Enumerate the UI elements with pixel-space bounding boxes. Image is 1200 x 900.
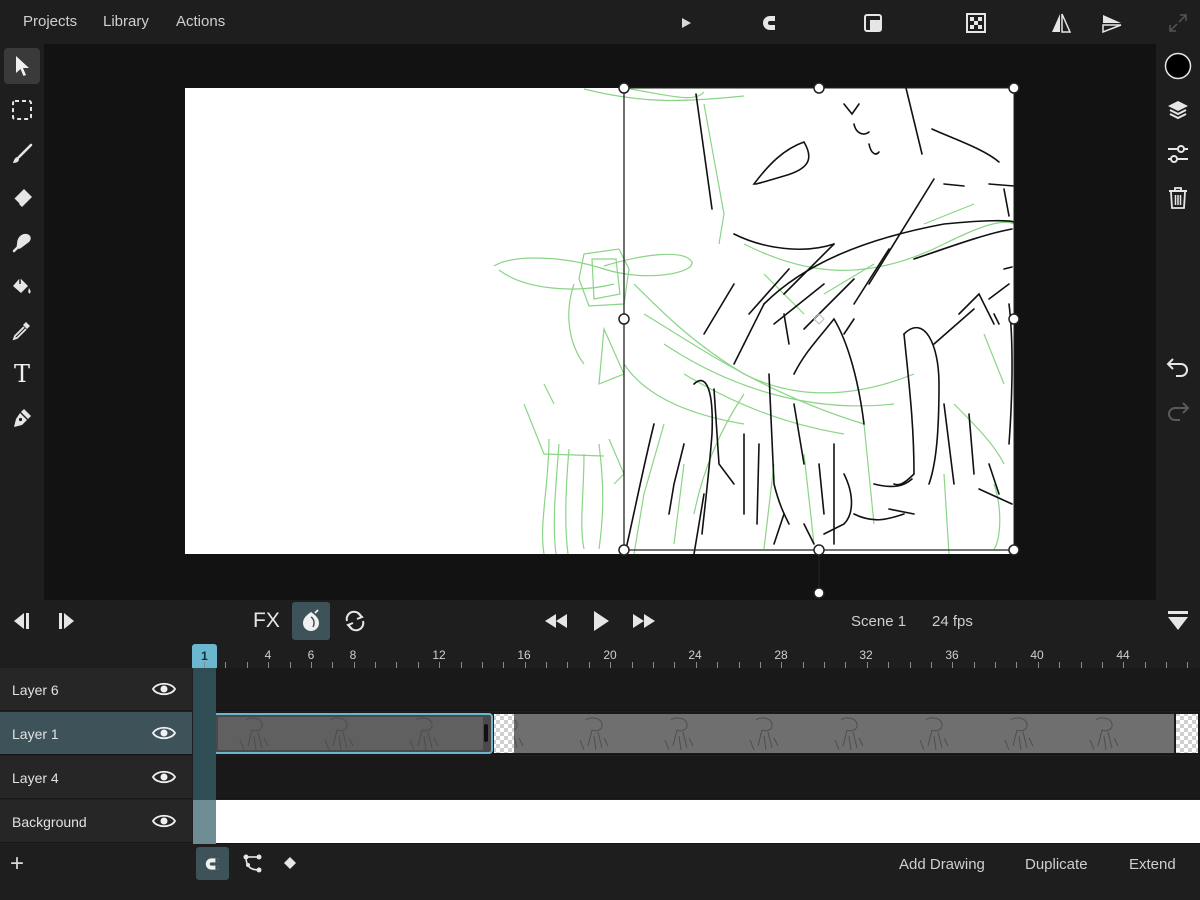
fast-forward-icon[interactable] [628,605,660,637]
clip-end-handle [484,724,488,742]
tick-label: 20 [603,648,617,662]
grid-icon[interactable] [963,10,989,36]
motion-path-icon[interactable] [238,850,266,878]
menu-projects[interactable]: Projects [23,13,77,30]
layer-1-clips[interactable] [216,712,1200,755]
eye-icon[interactable] [152,768,176,786]
tool-palette: T [0,44,44,600]
duplicate-button[interactable]: Duplicate [1025,856,1088,873]
tick-label: 6 [307,648,315,662]
drawing-clip [514,714,1174,753]
eye-icon[interactable] [152,812,176,830]
layer-name: Background [12,814,87,830]
redo-icon[interactable] [1160,392,1196,428]
layer-name: Layer 4 [12,770,59,786]
right-toolbar [1156,44,1200,600]
fps-label[interactable]: 24 fps [932,613,973,630]
layer-name: Layer 1 [12,726,59,742]
rewind-icon[interactable] [540,605,572,637]
adjust-sliders-icon[interactable] [1160,136,1196,172]
tick-label: 4 [264,648,272,662]
snap-magnet-icon[interactable] [196,847,229,880]
flip-horizontal-icon[interactable] [1048,10,1074,36]
layer-row-layer-4[interactable]: Layer 4 [0,756,192,799]
play-icon[interactable] [585,605,617,637]
layer-row-layer-1[interactable]: Layer 1 [0,712,192,755]
marquee-select-icon[interactable] [4,92,40,128]
canvas-stage[interactable] [44,44,1156,600]
tick-label: 8 [349,648,357,662]
undo-icon[interactable] [1160,348,1196,384]
track-layer-1[interactable] [216,712,1200,755]
flip-vertical-icon[interactable] [1099,10,1125,36]
tick-label: 32 [859,648,873,662]
loop-icon[interactable] [339,605,371,637]
track-layer-4[interactable] [216,756,1200,799]
tick-label: 16 [517,648,531,662]
transport-bar: FX Scene 1 24 fps [0,600,1200,642]
eye-icon[interactable] [152,680,176,698]
add-layer-button[interactable]: + [10,850,24,878]
magnet-icon[interactable] [759,10,785,36]
tick-label: 12 [432,648,446,662]
tick-label: 40 [1030,648,1044,662]
track-background[interactable] [216,800,1200,844]
eye-icon[interactable] [152,724,176,742]
onion-skin-icon[interactable] [292,602,330,640]
empty-frame-cell [1176,714,1198,753]
collapse-timeline-icon[interactable] [1162,605,1194,637]
track-layer-6[interactable] [216,668,1200,711]
select-arrow-icon[interactable] [4,48,40,84]
brush-icon[interactable] [4,136,40,172]
tick-label: 24 [688,648,702,662]
top-bar: Projects Library Actions [0,0,1200,44]
next-frame-icon[interactable] [52,605,84,637]
text-tool-glyph: T [13,360,30,388]
scene-label[interactable]: Scene 1 [851,613,906,630]
layer-row-background[interactable]: Background [0,800,192,843]
previous-frame-icon[interactable] [4,605,36,637]
extend-button[interactable]: Extend [1129,856,1176,873]
fx-button[interactable]: FX [253,609,280,633]
timeline-corner [0,642,192,668]
add-drawing-button[interactable]: Add Drawing [899,856,985,873]
color-swatch-icon[interactable] [1160,48,1196,84]
layers-icon[interactable] [1160,92,1196,128]
fill-bucket-icon[interactable] [4,268,40,304]
frame-icon[interactable] [860,10,886,36]
pen-nib-icon[interactable] [4,400,40,436]
tick-label: 44 [1116,648,1130,662]
current-frame-number: 1 [201,649,208,663]
play-small-icon[interactable] [673,10,699,36]
playhead-column-background [193,800,216,844]
bottom-bar: + Add Drawing Duplicate Extend [0,844,1200,900]
drawing-canvas[interactable] [44,44,1156,600]
canvas-paper [185,88,1014,554]
trash-icon[interactable] [1160,180,1196,216]
eraser-icon[interactable] [4,180,40,216]
tick-label: 28 [774,648,788,662]
menu-actions[interactable]: Actions [176,13,225,30]
fullscreen-icon[interactable] [1165,10,1191,36]
eyedropper-icon[interactable] [4,312,40,348]
tick-label: 36 [945,648,959,662]
smudge-icon[interactable] [4,224,40,260]
empty-frame-cell [494,714,514,753]
text-icon[interactable]: T [4,356,40,392]
keyframe-icon[interactable] [280,853,300,873]
layer-name: Layer 6 [12,682,59,698]
layer-row-layer-6[interactable]: Layer 6 [0,668,192,711]
menu-library[interactable]: Library [103,13,149,30]
frame-ruler[interactable]: 1 4 6 8 12 16 20 24 28 32 36 40 44 [192,642,1200,668]
